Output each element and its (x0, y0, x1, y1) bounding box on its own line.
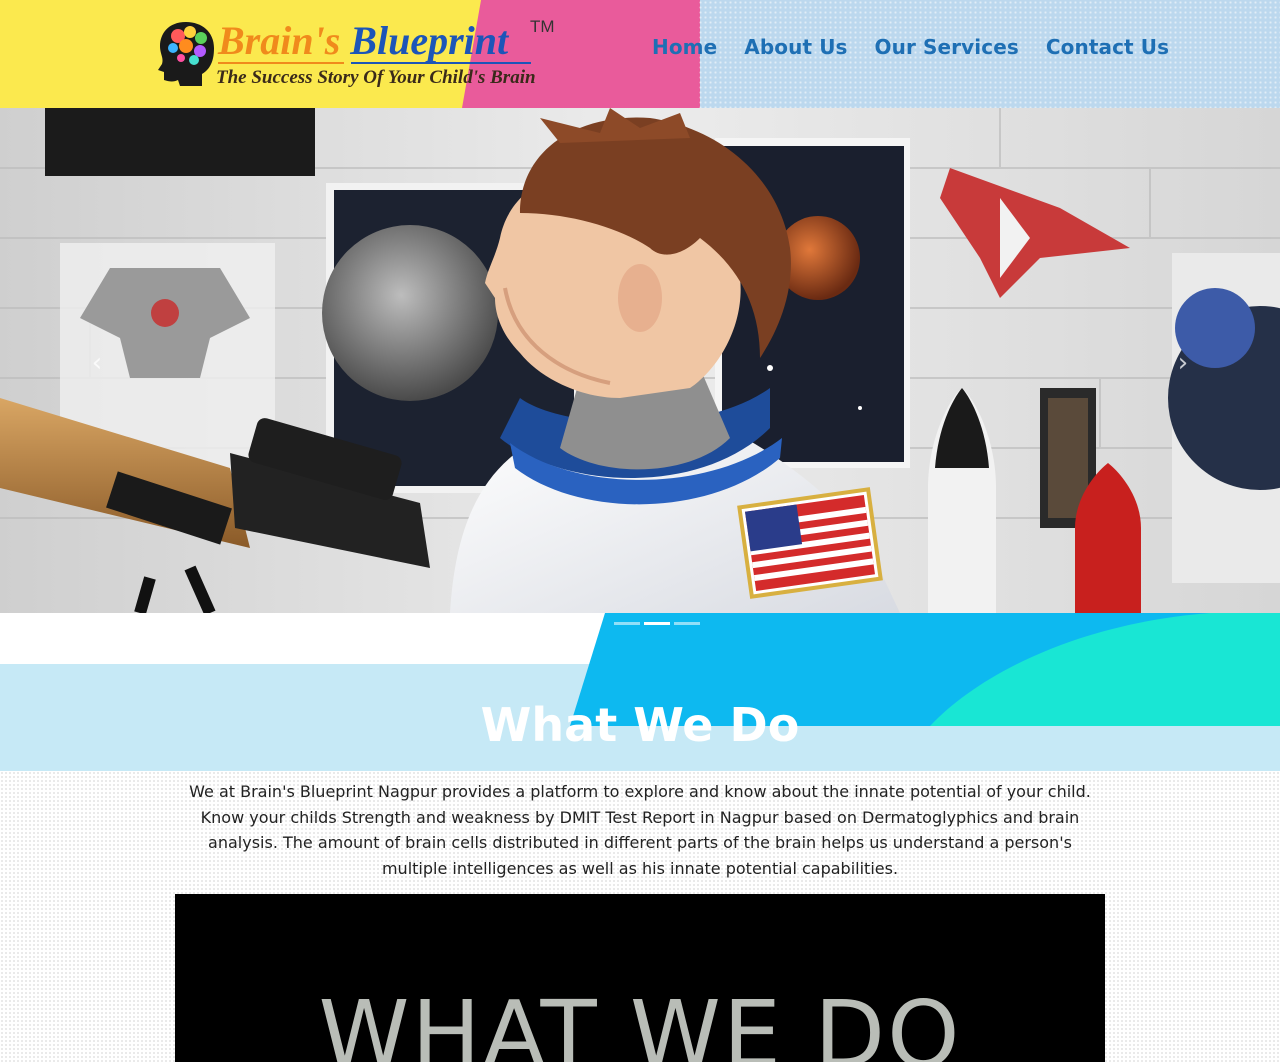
nav-about-us[interactable]: About Us (744, 34, 847, 60)
brand-underline-blue (351, 62, 531, 64)
carousel-indicator-2[interactable] (644, 622, 670, 625)
nav-home[interactable]: Home (652, 34, 717, 60)
site-header: Brain's Blueprint TM The Success Story O… (0, 0, 1280, 108)
hero-carousel[interactable]: ‹ › (0, 108, 1280, 613)
video-player[interactable]: WHAT WE DO (175, 894, 1105, 1062)
carousel-prev-icon[interactable]: ‹ (82, 348, 112, 378)
brand-tagline: The Success Story Of Your Child's Brain (216, 67, 536, 88)
video-overlay-text: WHAT WE DO (318, 981, 962, 1062)
nav-contact-us[interactable]: Contact Us (1046, 34, 1169, 60)
nav-our-services[interactable]: Our Services (875, 34, 1019, 60)
section-title: What We Do (480, 698, 800, 752)
brand-underline-orange (218, 62, 344, 64)
section-description: We at Brain's Blueprint Nagpur provides … (189, 782, 1091, 878)
brand-logo[interactable]: Brain's Blueprint TM The Success Story O… (156, 18, 556, 90)
main-nav: Home About Us Our Services Contact Us (652, 34, 1169, 60)
carousel-indicator-1[interactable] (614, 622, 640, 625)
brand-word-blueprint: Blueprint (350, 18, 509, 63)
hero-slide-image (0, 108, 1280, 613)
section-header-band: What We Do (0, 613, 1280, 771)
carousel-indicators (614, 622, 700, 625)
trademark-mark: TM (530, 17, 555, 36)
brand-name: Brain's Blueprint (218, 18, 508, 64)
brand-word-brains: Brain's (218, 18, 341, 63)
carousel-indicator-3[interactable] (674, 622, 700, 625)
brain-head-icon (158, 22, 214, 86)
carousel-next-icon[interactable]: › (1168, 348, 1198, 378)
